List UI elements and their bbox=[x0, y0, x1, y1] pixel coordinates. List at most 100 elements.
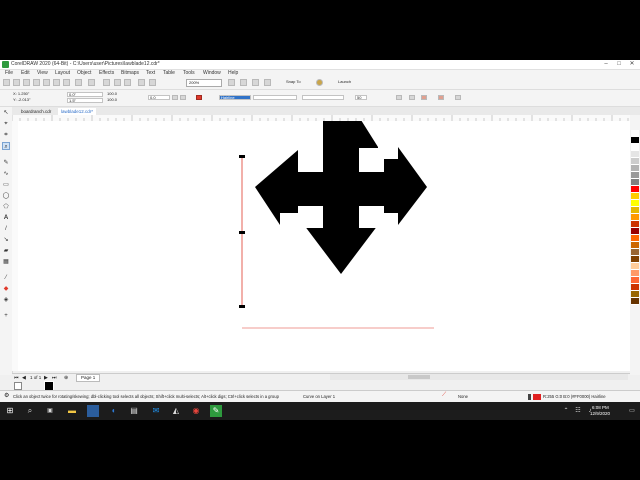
wrap-text-icon[interactable] bbox=[196, 95, 202, 100]
full-screen-icon[interactable] bbox=[228, 79, 235, 86]
palette-swatch[interactable] bbox=[631, 158, 639, 165]
interactive-fill-icon[interactable]: ◆ bbox=[2, 285, 10, 293]
pick-tool-icon[interactable]: ↖ bbox=[2, 109, 10, 117]
palette-swatch[interactable] bbox=[631, 193, 639, 200]
no-fill-swatch[interactable] bbox=[14, 382, 22, 390]
palette-swatch[interactable] bbox=[631, 291, 639, 298]
horizontal-scroll-thumb[interactable] bbox=[408, 375, 430, 379]
close-button[interactable]: ✕ bbox=[626, 60, 638, 69]
rulers-icon[interactable] bbox=[240, 79, 247, 86]
palette-swatch[interactable] bbox=[631, 277, 639, 284]
menu-tools[interactable]: Tools bbox=[183, 70, 195, 77]
windows-start-icon[interactable]: ⊞ bbox=[4, 405, 16, 417]
line-style-combo[interactable] bbox=[253, 95, 297, 100]
file-explorer-icon[interactable]: ▬ bbox=[66, 405, 78, 417]
to-front-icon[interactable] bbox=[421, 95, 427, 100]
copy-icon[interactable] bbox=[53, 79, 60, 86]
palette-swatch[interactable] bbox=[631, 270, 639, 277]
connector-tool-icon[interactable]: ↘ bbox=[2, 236, 10, 244]
guidelines-icon[interactable] bbox=[264, 79, 271, 86]
smart-fill-icon[interactable]: ◈ bbox=[2, 296, 10, 304]
options-gear-icon[interactable] bbox=[316, 79, 323, 86]
save-icon[interactable] bbox=[23, 79, 30, 86]
menu-effects[interactable]: Effects bbox=[99, 70, 114, 77]
palette-swatch[interactable] bbox=[631, 242, 639, 249]
zoom-level-combo[interactable]: 200% bbox=[186, 79, 222, 87]
mirror-horizontal-icon[interactable] bbox=[172, 95, 178, 100]
height-field[interactable]: 1.5" bbox=[67, 98, 103, 103]
zoom-tool-icon[interactable]: ⌕ bbox=[2, 142, 10, 150]
cut-icon[interactable] bbox=[43, 79, 50, 86]
tab-boardranch[interactable]: boardranch.cdr bbox=[18, 108, 54, 115]
ellipse-tool-icon[interactable]: ◯ bbox=[2, 192, 10, 200]
crop-tool-icon[interactable]: ⌗ bbox=[2, 131, 10, 139]
palette-swatch[interactable] bbox=[631, 284, 639, 291]
store-icon[interactable]: ▤ bbox=[128, 405, 140, 417]
palette-swatch[interactable] bbox=[631, 207, 639, 214]
network-icon[interactable]: ☷ bbox=[572, 405, 584, 417]
rectangle-tool-icon[interactable]: ▭ bbox=[2, 181, 10, 189]
menu-layout[interactable]: Layout bbox=[55, 70, 70, 77]
palette-swatch[interactable] bbox=[631, 130, 639, 137]
menu-edit[interactable]: Edit bbox=[21, 70, 30, 77]
scale-height-field[interactable]: 100.0 bbox=[106, 98, 118, 103]
palette-swatch[interactable] bbox=[631, 214, 639, 221]
search-icon[interactable]: ⌕ bbox=[24, 405, 36, 417]
redo-icon[interactable] bbox=[88, 79, 95, 86]
import-icon[interactable] bbox=[114, 79, 121, 86]
palette-swatch[interactable] bbox=[631, 228, 639, 235]
notifications-icon[interactable]: ▭ bbox=[626, 405, 638, 417]
palette-swatch[interactable] bbox=[631, 172, 639, 179]
menu-table[interactable]: Table bbox=[163, 70, 175, 77]
tab-lawblade12[interactable]: lawblade12.cdr* bbox=[58, 108, 97, 115]
grid-icon[interactable] bbox=[252, 79, 259, 86]
move-arrows-shape[interactable] bbox=[255, 121, 427, 274]
shape-tool-icon[interactable]: ⌖ bbox=[2, 120, 10, 128]
add-icon[interactable] bbox=[455, 95, 461, 100]
drop-shadow-icon[interactable]: ▰ bbox=[2, 247, 10, 255]
minimize-button[interactable]: – bbox=[600, 60, 612, 69]
page-tab[interactable]: Page 1 bbox=[76, 374, 101, 382]
close-path-icon[interactable] bbox=[396, 95, 402, 100]
outline-width-field[interactable]: Hairline bbox=[219, 95, 251, 100]
open-icon[interactable] bbox=[13, 79, 20, 86]
palette-swatch[interactable] bbox=[631, 186, 639, 193]
photos-icon[interactable]: ◭ bbox=[170, 405, 182, 417]
palette-swatch[interactable] bbox=[631, 256, 639, 263]
app-launcher-icon[interactable] bbox=[149, 79, 156, 86]
arrowheads-combo[interactable] bbox=[302, 95, 344, 100]
selection-handle-middle[interactable] bbox=[239, 231, 245, 234]
menu-window[interactable]: Window bbox=[203, 70, 221, 77]
miter-limit-field[interactable]: 50 bbox=[355, 95, 367, 100]
palette-swatch[interactable] bbox=[631, 151, 639, 158]
palette-swatch[interactable] bbox=[631, 165, 639, 172]
edge-icon[interactable]: ◐ bbox=[108, 405, 120, 417]
paste-icon[interactable] bbox=[63, 79, 70, 86]
tray-up-icon[interactable]: ⌃ bbox=[560, 405, 572, 417]
snap-to-dropdown[interactable]: Snap To bbox=[284, 79, 310, 87]
mail-icon[interactable]: ✉ bbox=[150, 405, 162, 417]
horizontal-scrollbar[interactable] bbox=[330, 374, 628, 380]
parallel-dimension-icon[interactable]: / bbox=[2, 225, 10, 233]
text-tool-icon[interactable]: A bbox=[2, 214, 10, 222]
clock-date[interactable]: 12/9/2020 bbox=[590, 411, 610, 416]
corel-app-icon[interactable]: ✎ bbox=[210, 405, 222, 417]
search-content-icon[interactable] bbox=[103, 79, 110, 86]
launch-dropdown[interactable]: Launch bbox=[336, 79, 366, 87]
new-document-icon[interactable] bbox=[3, 79, 10, 86]
freehand-tool-icon[interactable]: ✎ bbox=[2, 159, 10, 167]
selection-handle-top[interactable] bbox=[239, 155, 245, 158]
palette-swatch[interactable] bbox=[631, 235, 639, 242]
menu-file[interactable]: File bbox=[5, 70, 13, 77]
artistic-media-icon[interactable]: ∿ bbox=[2, 170, 10, 178]
width-field[interactable]: 0.0" bbox=[67, 92, 103, 97]
palette-swatch[interactable] bbox=[631, 179, 639, 186]
polygon-tool-icon[interactable]: ⬠ bbox=[2, 203, 10, 211]
menu-bitmaps[interactable]: Bitmaps bbox=[121, 70, 139, 77]
mirror-vertical-icon[interactable] bbox=[180, 95, 186, 100]
reverse-direction-icon[interactable] bbox=[409, 95, 415, 100]
color-eyedropper-icon[interactable]: ⁄ bbox=[2, 274, 10, 282]
palette-swatch[interactable] bbox=[631, 263, 639, 270]
coreldraw-taskbar-icon[interactable] bbox=[87, 405, 99, 417]
menu-object[interactable]: Object bbox=[77, 70, 91, 77]
